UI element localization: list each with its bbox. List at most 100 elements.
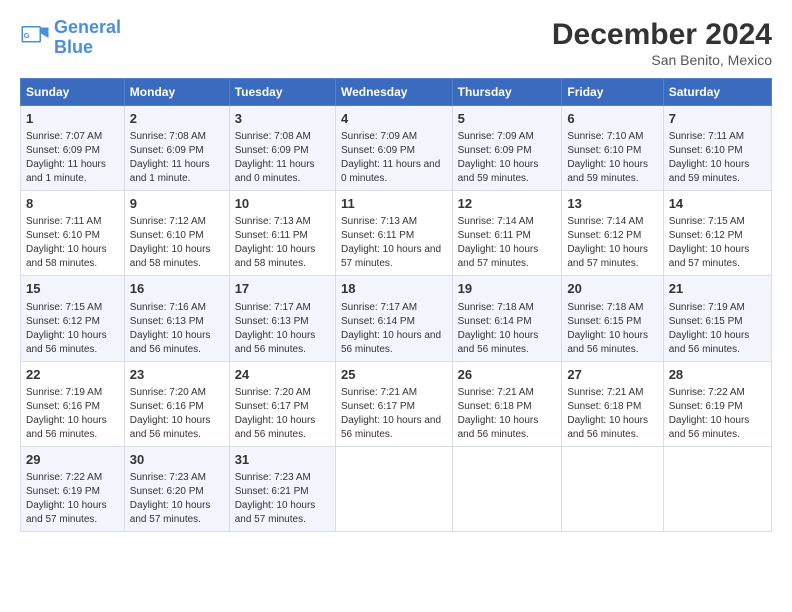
sunrise-label: Sunrise: 7:07 AM — [26, 131, 102, 142]
sunrise-label: Sunrise: 7:15 AM — [26, 302, 102, 313]
sunset-label: Sunset: 6:14 PM — [341, 316, 415, 327]
day-number: 19 — [458, 280, 557, 298]
daylight-label: Daylight: 10 hours and 56 minutes. — [567, 330, 648, 355]
sunset-label: Sunset: 6:09 PM — [341, 145, 415, 156]
sunrise-label: Sunrise: 7:23 AM — [235, 472, 311, 483]
day-number: 2 — [130, 110, 224, 128]
day-number: 1 — [26, 110, 119, 128]
daylight-label: Daylight: 11 hours and 0 minutes. — [235, 159, 315, 184]
day-number: 11 — [341, 195, 447, 213]
sunrise-label: Sunrise: 7:21 AM — [567, 387, 643, 398]
day-number: 29 — [26, 451, 119, 469]
calendar-cell: 16 Sunrise: 7:16 AM Sunset: 6:13 PM Dayl… — [124, 276, 229, 361]
calendar-cell: 6 Sunrise: 7:10 AM Sunset: 6:10 PM Dayli… — [562, 106, 663, 191]
sunrise-label: Sunrise: 7:09 AM — [458, 131, 534, 142]
day-number: 17 — [235, 280, 330, 298]
logo-icon: G — [20, 23, 50, 53]
daylight-label: Daylight: 10 hours and 58 minutes. — [235, 244, 316, 269]
daylight-label: Daylight: 10 hours and 58 minutes. — [130, 244, 211, 269]
daylight-label: Daylight: 10 hours and 56 minutes. — [235, 415, 316, 440]
day-number: 31 — [235, 451, 330, 469]
sunrise-label: Sunrise: 7:19 AM — [669, 302, 745, 313]
sunrise-label: Sunrise: 7:22 AM — [26, 472, 102, 483]
sunrise-label: Sunrise: 7:11 AM — [669, 131, 744, 142]
month-title: December 2024 — [552, 18, 772, 52]
sunset-label: Sunset: 6:17 PM — [341, 401, 415, 412]
day-number: 4 — [341, 110, 447, 128]
day-number: 3 — [235, 110, 330, 128]
sunrise-label: Sunrise: 7:21 AM — [341, 387, 417, 398]
sunrise-label: Sunrise: 7:09 AM — [341, 131, 417, 142]
day-number: 7 — [669, 110, 766, 128]
day-number: 13 — [567, 195, 657, 213]
daylight-label: Daylight: 10 hours and 56 minutes. — [567, 415, 648, 440]
sunset-label: Sunset: 6:11 PM — [235, 230, 308, 241]
sunset-label: Sunset: 6:09 PM — [458, 145, 532, 156]
sunrise-label: Sunrise: 7:08 AM — [130, 131, 206, 142]
sunrise-label: Sunrise: 7:11 AM — [26, 216, 101, 227]
calendar-cell: 10 Sunrise: 7:13 AM Sunset: 6:11 PM Dayl… — [229, 191, 335, 276]
day-number: 16 — [130, 280, 224, 298]
daylight-label: Daylight: 10 hours and 57 minutes. — [458, 244, 539, 269]
calendar-cell: 9 Sunrise: 7:12 AM Sunset: 6:10 PM Dayli… — [124, 191, 229, 276]
sunrise-label: Sunrise: 7:17 AM — [235, 302, 311, 313]
col-sunday: Sunday — [21, 79, 125, 106]
daylight-label: Daylight: 10 hours and 56 minutes. — [26, 415, 107, 440]
calendar-cell: 22 Sunrise: 7:19 AM Sunset: 6:16 PM Dayl… — [21, 361, 125, 446]
sunrise-label: Sunrise: 7:16 AM — [130, 302, 206, 313]
daylight-label: Daylight: 10 hours and 57 minutes. — [341, 244, 441, 269]
sunrise-label: Sunrise: 7:15 AM — [669, 216, 745, 227]
calendar-cell: 17 Sunrise: 7:17 AM Sunset: 6:13 PM Dayl… — [229, 276, 335, 361]
daylight-label: Daylight: 10 hours and 59 minutes. — [567, 159, 648, 184]
sunset-label: Sunset: 6:13 PM — [235, 316, 309, 327]
calendar-row-2: 15 Sunrise: 7:15 AM Sunset: 6:12 PM Dayl… — [21, 276, 772, 361]
day-number: 18 — [341, 280, 447, 298]
calendar-cell: 26 Sunrise: 7:21 AM Sunset: 6:18 PM Dayl… — [452, 361, 562, 446]
sunrise-label: Sunrise: 7:17 AM — [341, 302, 417, 313]
sunrise-label: Sunrise: 7:14 AM — [458, 216, 534, 227]
sunrise-label: Sunrise: 7:08 AM — [235, 131, 311, 142]
location: San Benito, Mexico — [552, 52, 772, 68]
sunrise-label: Sunrise: 7:21 AM — [458, 387, 534, 398]
daylight-label: Daylight: 10 hours and 56 minutes. — [235, 330, 316, 355]
day-number: 5 — [458, 110, 557, 128]
daylight-label: Daylight: 10 hours and 58 minutes. — [26, 244, 107, 269]
daylight-label: Daylight: 10 hours and 59 minutes. — [458, 159, 539, 184]
day-number: 24 — [235, 366, 330, 384]
calendar-cell: 23 Sunrise: 7:20 AM Sunset: 6:16 PM Dayl… — [124, 361, 229, 446]
calendar-cell: 29 Sunrise: 7:22 AM Sunset: 6:19 PM Dayl… — [21, 446, 125, 531]
sunset-label: Sunset: 6:11 PM — [458, 230, 531, 241]
header-row: Sunday Monday Tuesday Wednesday Thursday… — [21, 79, 772, 106]
daylight-label: Daylight: 10 hours and 56 minutes. — [130, 415, 211, 440]
sunset-label: Sunset: 6:18 PM — [567, 401, 641, 412]
logo-line1: General — [54, 17, 121, 37]
sunset-label: Sunset: 6:13 PM — [130, 316, 204, 327]
sunset-label: Sunset: 6:09 PM — [26, 145, 100, 156]
sunrise-label: Sunrise: 7:13 AM — [235, 216, 311, 227]
day-number: 8 — [26, 195, 119, 213]
sunset-label: Sunset: 6:14 PM — [458, 316, 532, 327]
calendar-cell: 13 Sunrise: 7:14 AM Sunset: 6:12 PM Dayl… — [562, 191, 663, 276]
daylight-label: Daylight: 10 hours and 57 minutes. — [26, 500, 107, 525]
sunset-label: Sunset: 6:20 PM — [130, 486, 204, 497]
day-number: 20 — [567, 280, 657, 298]
day-number: 25 — [341, 366, 447, 384]
calendar-cell: 20 Sunrise: 7:18 AM Sunset: 6:15 PM Dayl… — [562, 276, 663, 361]
calendar-cell: 25 Sunrise: 7:21 AM Sunset: 6:17 PM Dayl… — [335, 361, 452, 446]
day-number: 21 — [669, 280, 766, 298]
calendar-cell: 21 Sunrise: 7:19 AM Sunset: 6:15 PM Dayl… — [663, 276, 771, 361]
calendar-cell: 1 Sunrise: 7:07 AM Sunset: 6:09 PM Dayli… — [21, 106, 125, 191]
day-number: 12 — [458, 195, 557, 213]
daylight-label: Daylight: 10 hours and 56 minutes. — [130, 330, 211, 355]
sunset-label: Sunset: 6:10 PM — [669, 145, 743, 156]
sunset-label: Sunset: 6:17 PM — [235, 401, 309, 412]
sunset-label: Sunset: 6:09 PM — [235, 145, 309, 156]
calendar-row-3: 22 Sunrise: 7:19 AM Sunset: 6:16 PM Dayl… — [21, 361, 772, 446]
svg-text:G: G — [24, 31, 30, 40]
day-number: 14 — [669, 195, 766, 213]
calendar-cell: 14 Sunrise: 7:15 AM Sunset: 6:12 PM Dayl… — [663, 191, 771, 276]
sunset-label: Sunset: 6:16 PM — [26, 401, 100, 412]
calendar-page: G General Blue December 2024 San Benito,… — [0, 0, 792, 612]
sunrise-label: Sunrise: 7:23 AM — [130, 472, 206, 483]
day-number: 23 — [130, 366, 224, 384]
